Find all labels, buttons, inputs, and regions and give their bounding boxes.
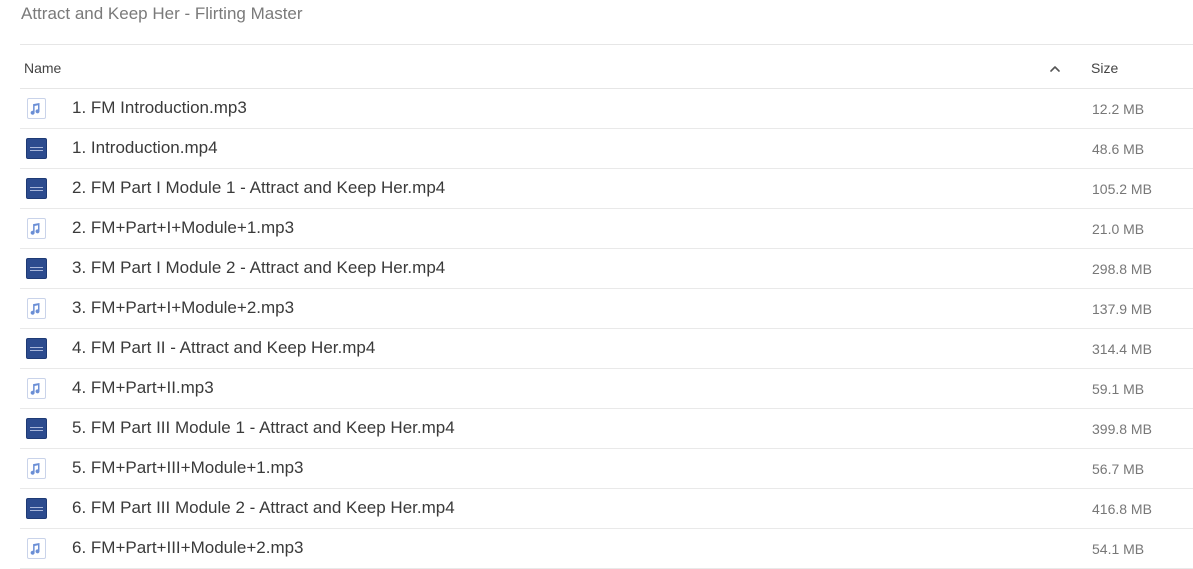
file-row[interactable]: 4. FM+Part+II.mp3 59.1 MB	[20, 369, 1193, 409]
column-header-name[interactable]: Name	[24, 59, 61, 77]
audio-file-icon	[26, 98, 47, 119]
video-thumbnail-icon	[26, 418, 47, 439]
audio-file-icon	[26, 298, 47, 319]
file-size: 137.9 MB	[1092, 301, 1152, 317]
file-name[interactable]: 3. FM+Part+I+Module+2.mp3	[72, 297, 294, 319]
file-name[interactable]: 1. Introduction.mp4	[72, 137, 218, 159]
list-header: Name Size	[20, 45, 1193, 89]
file-name[interactable]: 2. FM+Part+I+Module+1.mp3	[72, 217, 294, 239]
file-name[interactable]: 4. FM+Part+II.mp3	[72, 377, 214, 399]
file-size: 12.2 MB	[1092, 101, 1145, 117]
file-size: 314.4 MB	[1092, 341, 1152, 357]
file-row[interactable]: 2. FM Part I Module 1 - Attract and Keep…	[20, 169, 1193, 209]
breadcrumb: Attract and Keep Her - Flirting Master	[21, 4, 303, 23]
file-row[interactable]: 1. FM Introduction.mp3 12.2 MB	[20, 89, 1193, 129]
file-row[interactable]: 2. FM+Part+I+Module+1.mp3 21.0 MB	[20, 209, 1193, 249]
video-thumbnail-icon	[26, 178, 47, 199]
file-row[interactable]: 3. FM+Part+I+Module+2.mp3 137.9 MB	[20, 289, 1193, 329]
file-size: 59.1 MB	[1092, 381, 1145, 397]
video-thumbnail-icon	[26, 258, 47, 279]
file-name[interactable]: 6. FM+Part+III+Module+2.mp3	[72, 537, 304, 559]
file-row[interactable]: 6. FM Part III Module 2 - Attract and Ke…	[20, 489, 1193, 529]
file-size: 105.2 MB	[1092, 181, 1152, 197]
file-size: 48.6 MB	[1092, 141, 1145, 157]
file-size: 399.8 MB	[1092, 421, 1152, 437]
file-name[interactable]: 1. FM Introduction.mp3	[72, 97, 247, 119]
video-thumbnail-icon	[26, 338, 47, 359]
file-row[interactable]: 5. FM+Part+III+Module+1.mp3 56.7 MB	[20, 449, 1193, 489]
file-row[interactable]: 1. Introduction.mp4 48.6 MB	[20, 129, 1193, 169]
file-name[interactable]: 2. FM Part I Module 1 - Attract and Keep…	[72, 177, 445, 199]
file-rows: 1. FM Introduction.mp3 12.2 MB 1. Introd…	[20, 89, 1193, 569]
audio-file-icon	[26, 218, 47, 239]
column-header-size[interactable]: Size	[1091, 59, 1118, 77]
file-name[interactable]: 5. FM Part III Module 1 - Attract and Ke…	[72, 417, 455, 439]
file-size: 416.8 MB	[1092, 501, 1152, 517]
file-size: 56.7 MB	[1092, 461, 1145, 477]
file-name[interactable]: 3. FM Part I Module 2 - Attract and Keep…	[72, 257, 445, 279]
file-row[interactable]: 3. FM Part I Module 2 - Attract and Keep…	[20, 249, 1193, 289]
video-thumbnail-icon	[26, 138, 47, 159]
file-name[interactable]: 6. FM Part III Module 2 - Attract and Ke…	[72, 497, 455, 519]
chevron-up-icon[interactable]	[1047, 61, 1063, 77]
file-size: 54.1 MB	[1092, 541, 1145, 557]
file-size: 21.0 MB	[1092, 221, 1145, 237]
file-row[interactable]: 6. FM+Part+III+Module+2.mp3 54.1 MB	[20, 529, 1193, 569]
video-thumbnail-icon	[26, 498, 47, 519]
audio-file-icon	[26, 538, 47, 559]
audio-file-icon	[26, 378, 47, 399]
file-name[interactable]: 4. FM Part II - Attract and Keep Her.mp4	[72, 337, 375, 359]
file-row[interactable]: 4. FM Part II - Attract and Keep Her.mp4…	[20, 329, 1193, 369]
file-size: 298.8 MB	[1092, 261, 1152, 277]
file-name[interactable]: 5. FM+Part+III+Module+1.mp3	[72, 457, 304, 479]
file-list: Name Size 1. FM Introduction.mp3 12.2 MB…	[20, 44, 1193, 569]
audio-file-icon	[26, 458, 47, 479]
file-row[interactable]: 5. FM Part III Module 1 - Attract and Ke…	[20, 409, 1193, 449]
